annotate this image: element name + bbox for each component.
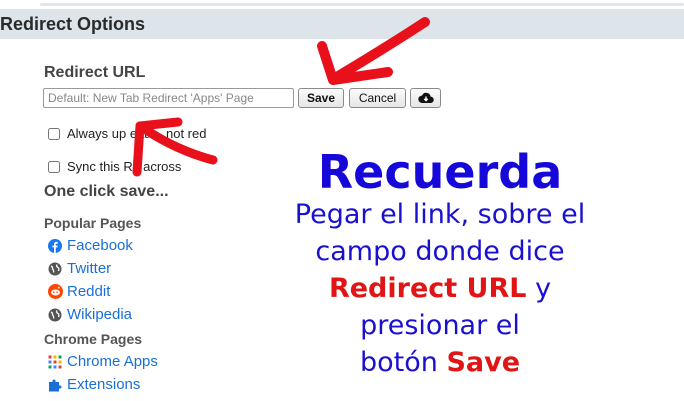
link-reddit-label: Reddit (67, 283, 111, 300)
page-header: Redirect Options (0, 9, 684, 39)
link-extensions[interactable]: Extensions (47, 376, 140, 393)
link-facebook[interactable]: Facebook (47, 237, 133, 254)
puzzle-icon (47, 377, 63, 393)
option-always-update-checkbox[interactable] (48, 127, 60, 140)
apps-grid-icon (47, 354, 63, 370)
page-title: Redirect Options (0, 14, 146, 34)
link-twitter-label: Twitter (67, 260, 112, 277)
redirect-url-input[interactable] (43, 88, 294, 108)
reddit-icon (47, 284, 63, 300)
link-extensions-label: Extensions (67, 376, 141, 393)
link-chrome-apps[interactable]: Chrome Apps (47, 353, 158, 370)
annotation-line-1: Pegar el link, sobre el (294, 199, 586, 230)
annotation-line-4: presionar el (360, 310, 520, 341)
link-chrome-apps-label: Chrome Apps (67, 353, 158, 370)
cloud-download-icon (417, 92, 434, 104)
chrome-pages-heading: Chrome Pages (44, 331, 143, 347)
option-sync-url-label: Sync this RL across (67, 159, 182, 174)
one-click-save-heading: One click save... (44, 183, 169, 200)
top-strip (0, 0, 684, 8)
option-sync-url[interactable]: Sync this RL across (48, 159, 207, 174)
globe-icon (47, 261, 63, 277)
redirect-url-heading: Redirect URL (44, 64, 146, 81)
popular-pages-heading: Popular Pages (44, 215, 142, 231)
link-twitter[interactable]: Twitter (47, 260, 111, 277)
annotation-line-3: Redirect URL y (240, 273, 640, 304)
cancel-button[interactable]: Cancel (349, 88, 406, 108)
annotation-redirect-url-highlight: Redirect URL (328, 273, 527, 304)
annotation-line-3-rest: y (526, 273, 552, 304)
annotation-line-2: campo donde dice (315, 236, 565, 267)
save-button[interactable]: Save (298, 88, 344, 108)
link-wikipedia-label: Wikipedia (67, 306, 133, 323)
option-always-update[interactable]: Always up e tab, not red (48, 126, 237, 141)
annotation-title: Recuerda (317, 145, 563, 199)
cloud-sync-button[interactable] (410, 88, 441, 108)
annotation-line-5: botón Save (240, 347, 640, 378)
annotation-line-5-start: botón (359, 347, 447, 378)
annotation-save-highlight: Save (446, 347, 521, 378)
option-always-update-label: Always up e tab, not red (67, 126, 207, 141)
link-facebook-label: Facebook (67, 237, 133, 254)
globe-icon (47, 307, 63, 323)
link-wikipedia[interactable]: Wikipedia (47, 306, 132, 323)
link-reddit[interactable]: Reddit (47, 283, 110, 300)
option-sync-url-checkbox[interactable] (48, 160, 60, 173)
facebook-icon (47, 238, 63, 254)
